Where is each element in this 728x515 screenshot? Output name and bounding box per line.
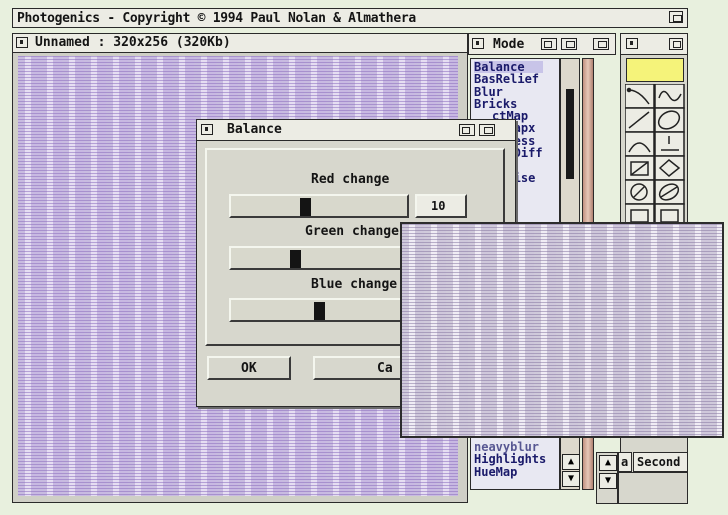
- dialog-depth-icon[interactable]: [479, 124, 495, 136]
- layer-second-label: Second: [637, 455, 681, 469]
- ok-label: OK: [241, 361, 257, 376]
- mode-item[interactable]: Highlights: [474, 453, 546, 466]
- layer-list[interactable]: [618, 472, 688, 504]
- close-icon[interactable]: [16, 37, 28, 48]
- screen-titlebar: Photogenics - Copyright © 1994 Paul Nola…: [12, 8, 688, 28]
- scroll-down-arrow-icon[interactable]: ▼: [562, 471, 580, 487]
- mode-header: Mode: [468, 33, 616, 55]
- green-change-slider[interactable]: [229, 246, 409, 270]
- green-slider-knob[interactable]: [290, 250, 301, 268]
- red-slider-knob[interactable]: [300, 198, 311, 216]
- down-arrow-icon[interactable]: ▼: [599, 473, 617, 489]
- dialog-close-icon[interactable]: [201, 124, 213, 135]
- image-window-titlebar[interactable]: Unnamed : 320x256 (320Kb): [13, 34, 467, 53]
- tool-close-icon[interactable]: [626, 38, 638, 49]
- blue-change-label: Blue change: [311, 277, 398, 292]
- dialog-zoom-icon[interactable]: [459, 124, 475, 136]
- mode-item[interactable]: HueMap: [474, 465, 546, 478]
- blue-change-slider[interactable]: [229, 298, 409, 322]
- red-change-label: Red change: [311, 172, 390, 187]
- depth-icon[interactable]: [561, 38, 577, 50]
- layer-label-a: a: [621, 455, 629, 469]
- green-change-label: Green change: [305, 224, 399, 239]
- red-change-value-field[interactable]: 10: [415, 194, 467, 218]
- balance-dialog-title: Balance: [227, 122, 282, 137]
- red-change-value: 10: [431, 199, 446, 213]
- mode-close-icon[interactable]: [472, 38, 484, 49]
- tool-panel-header: [621, 34, 687, 55]
- layer-second-box[interactable]: Second: [633, 452, 688, 472]
- mode-item-partial[interactable]: neavyblur: [474, 441, 546, 454]
- ok-button[interactable]: OK: [207, 356, 291, 380]
- screen-title: Photogenics - Copyright © 1994 Paul Nola…: [17, 11, 416, 26]
- cancel-button[interactable]: Ca: [313, 356, 413, 380]
- layer-label-a-box[interactable]: a: [618, 452, 632, 472]
- zoom-icon[interactable]: [541, 38, 557, 50]
- tool-grid: [625, 84, 685, 228]
- balance-dialog-titlebar[interactable]: Balance: [197, 120, 515, 141]
- depth-icon-2[interactable]: [593, 38, 609, 50]
- scroll-up-arrow-icon[interactable]: ▲: [562, 454, 580, 470]
- blue-slider-knob[interactable]: [314, 302, 325, 320]
- mode-item[interactable]: BasRelief: [474, 73, 543, 86]
- layer-scroll-arrows: ▲ ▼: [596, 452, 618, 504]
- image-window-title: Unnamed : 320x256 (320Kb): [35, 35, 231, 50]
- red-change-slider[interactable]: [229, 194, 409, 218]
- current-colour-swatch[interactable]: [626, 58, 684, 82]
- screen-depth-icon[interactable]: [669, 11, 683, 23]
- mode-label: Mode: [493, 37, 525, 52]
- cancel-label: Ca: [377, 361, 393, 376]
- mode-scrollbar-thumb[interactable]: [566, 89, 574, 179]
- tool-depth-icon[interactable]: [669, 38, 683, 50]
- preview-window[interactable]: [400, 222, 724, 438]
- up-arrow-icon[interactable]: ▲: [599, 455, 617, 471]
